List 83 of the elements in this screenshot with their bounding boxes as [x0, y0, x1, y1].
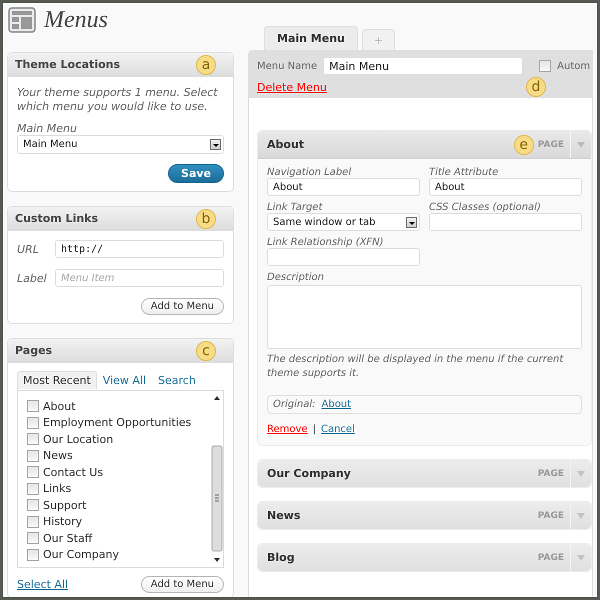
- panel-title: Custom Links: [15, 212, 98, 225]
- label-field[interactable]: Menu Item: [55, 269, 224, 287]
- menu-item-title: Our Company: [267, 467, 351, 480]
- menu-name-label: Menu Name: [257, 60, 318, 72]
- original-link[interactable]: About: [322, 399, 352, 410]
- css-classes-field[interactable]: [429, 213, 582, 231]
- pages-tab[interactable]: Most Recent: [17, 371, 97, 390]
- field-label: Link Target: [267, 202, 324, 213]
- page-name: Our Staff: [43, 532, 92, 545]
- item-type-label: PAGE: [538, 552, 565, 562]
- menu-select[interactable]: Main Menu: [17, 135, 224, 154]
- page-checkbox[interactable]: [27, 450, 39, 462]
- url-label: URL: [17, 242, 40, 256]
- callout-marker: d: [526, 77, 546, 97]
- panel-title: Theme Locations: [15, 58, 120, 71]
- menu-item-header[interactable]: Blog PAGE: [258, 544, 591, 571]
- field-label: Link Relationship (XFN): [267, 237, 385, 248]
- page-name: News: [43, 449, 73, 462]
- navigation-label-field[interactable]: About: [267, 178, 420, 196]
- remove-link[interactable]: Remove: [267, 424, 308, 435]
- item-type-label: PAGE: [538, 468, 565, 478]
- page-name: About: [43, 400, 76, 413]
- add-to-menu-button[interactable]: Add to Menu: [140, 576, 224, 593]
- page-title: Menus: [44, 6, 108, 34]
- menu-item-title: News: [267, 509, 300, 522]
- callout-marker: b: [196, 208, 216, 228]
- link-relationship-field[interactable]: [267, 248, 420, 266]
- page-checkbox[interactable]: [27, 400, 39, 412]
- page-name: Support: [43, 498, 86, 512]
- menu-item-title: About: [267, 138, 304, 151]
- callout-marker: c: [196, 340, 216, 360]
- menus-icon: [8, 7, 36, 33]
- auto-add-label: Autom: [557, 60, 590, 72]
- select-all-link[interactable]: Select All: [17, 578, 68, 591]
- menu-item-header[interactable]: About e PAGE: [258, 131, 591, 159]
- page-name: History: [43, 515, 82, 528]
- menu-name-field[interactable]: Main Menu: [323, 57, 524, 75]
- menu-tab[interactable]: Main Menu: [264, 26, 358, 50]
- expand-arrow-icon[interactable]: [577, 142, 585, 148]
- page-name: Employment Opportunities: [43, 416, 192, 430]
- field-label: Main Menu: [17, 122, 77, 135]
- callout-marker: a: [196, 54, 216, 74]
- item-type-label: PAGE: [538, 140, 565, 150]
- field-label: Description: [267, 272, 325, 283]
- original-label: Original:: [273, 399, 316, 410]
- field-label: Title Attribute: [429, 167, 500, 178]
- label-label: Label: [17, 272, 48, 284]
- description-hint: The description will be displayed in the menu if the current theme supports it.: [267, 353, 564, 381]
- separator-text: |: [312, 424, 316, 435]
- field-label: CSS Classes (optional): [429, 202, 542, 213]
- page-checkbox[interactable]: [27, 499, 39, 512]
- menu-item-header[interactable]: Our Company PAGE: [258, 460, 591, 487]
- pages-tab[interactable]: Search: [152, 371, 202, 390]
- menu-item-title: Blog: [267, 551, 295, 564]
- page-name: Our Location: [43, 432, 114, 446]
- page-checkbox[interactable]: [27, 416, 39, 429]
- url-field[interactable]: http://: [55, 240, 224, 258]
- add-to-menu-button[interactable]: Add to Menu: [140, 298, 224, 315]
- page-checkbox[interactable]: [27, 516, 39, 528]
- description-field[interactable]: [267, 285, 582, 349]
- description-text: Your theme supports 1 menu. Select which menu you would like to use.: [17, 86, 219, 114]
- save-button[interactable]: Save: [168, 164, 224, 183]
- pages-tab[interactable]: View All: [96, 371, 152, 390]
- page-checkbox[interactable]: [27, 482, 39, 495]
- cancel-link[interactable]: Cancel: [320, 424, 355, 435]
- auto-add-checkbox[interactable]: [539, 60, 552, 72]
- panel-title: Pages: [15, 344, 52, 357]
- page-checkbox[interactable]: [27, 466, 39, 478]
- page-checkbox[interactable]: [27, 548, 39, 561]
- expand-arrow-icon[interactable]: [577, 554, 585, 560]
- item-type-label: PAGE: [538, 510, 565, 520]
- callout-marker: e: [514, 134, 534, 154]
- page-name: Our Company: [43, 548, 119, 562]
- expand-arrow-icon[interactable]: [577, 470, 585, 476]
- expand-arrow-icon[interactable]: [577, 512, 585, 518]
- page-checkbox[interactable]: [27, 433, 39, 446]
- field-label: Navigation Label: [267, 167, 352, 178]
- page-checkbox[interactable]: [27, 532, 39, 544]
- title-attribute-field[interactable]: About: [429, 178, 582, 196]
- page-name: Contact Us: [43, 466, 104, 479]
- page-name: Links: [43, 482, 72, 496]
- menu-item-header[interactable]: News PAGE: [258, 502, 591, 529]
- link-target-select[interactable]: Same window or tab: [267, 213, 420, 231]
